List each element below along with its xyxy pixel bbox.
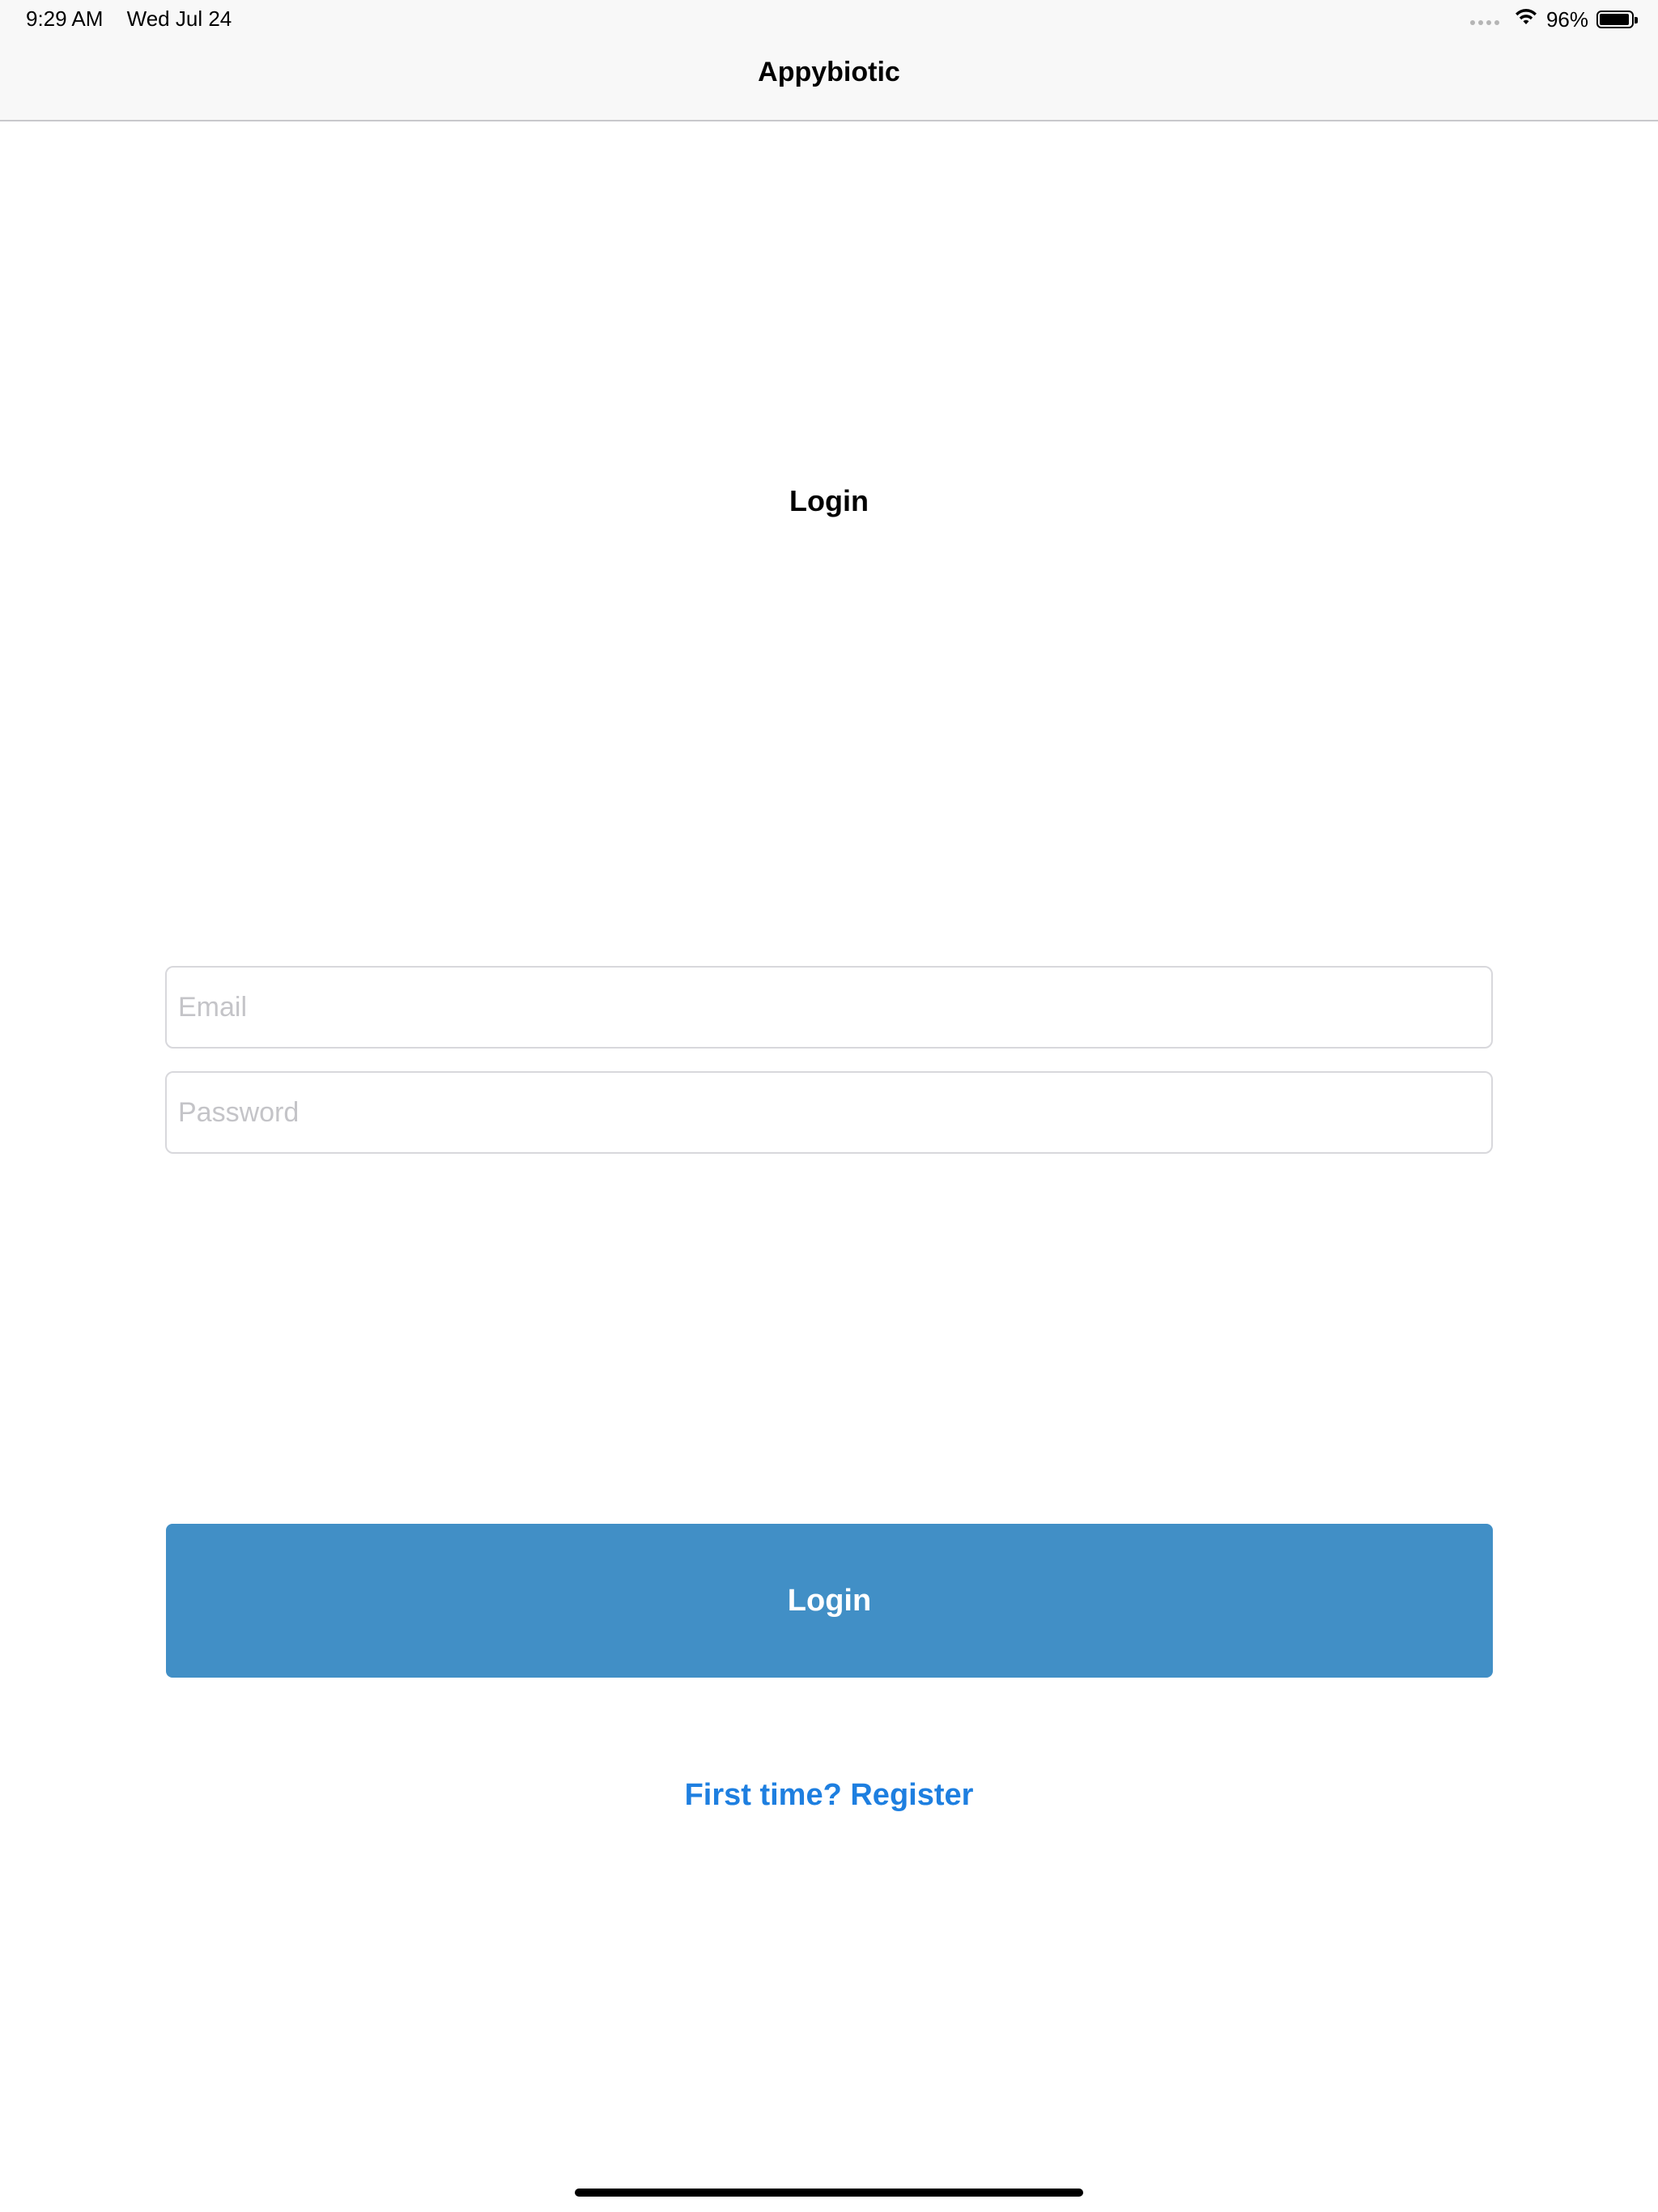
nav-title: Appybiotic xyxy=(758,57,900,87)
register-link[interactable]: First time? Register xyxy=(0,1778,1658,1813)
login-button[interactable]: Login xyxy=(166,1524,1493,1678)
home-indicator xyxy=(575,2189,1083,2197)
email-field[interactable] xyxy=(165,966,1493,1049)
battery-percent: 96% xyxy=(1545,6,1588,32)
password-field[interactable] xyxy=(165,1071,1493,1154)
cellular-signal-icon xyxy=(1469,20,1499,25)
wifi-icon xyxy=(1514,7,1538,32)
page-title: Login xyxy=(789,484,869,517)
status-bar-right: 96% xyxy=(1469,6,1638,32)
top-bar: 9:29 AM Wed Jul 24 96% Appybiotic xyxy=(0,0,1658,121)
status-bar-left: 9:29 AM Wed Jul 24 xyxy=(26,6,249,32)
status-date: Wed Jul 24 xyxy=(126,6,232,31)
battery-icon xyxy=(1596,11,1638,28)
login-screen: 9:29 AM Wed Jul 24 96% Appybiotic Login xyxy=(0,0,1658,2212)
status-time: 9:29 AM xyxy=(26,6,104,31)
